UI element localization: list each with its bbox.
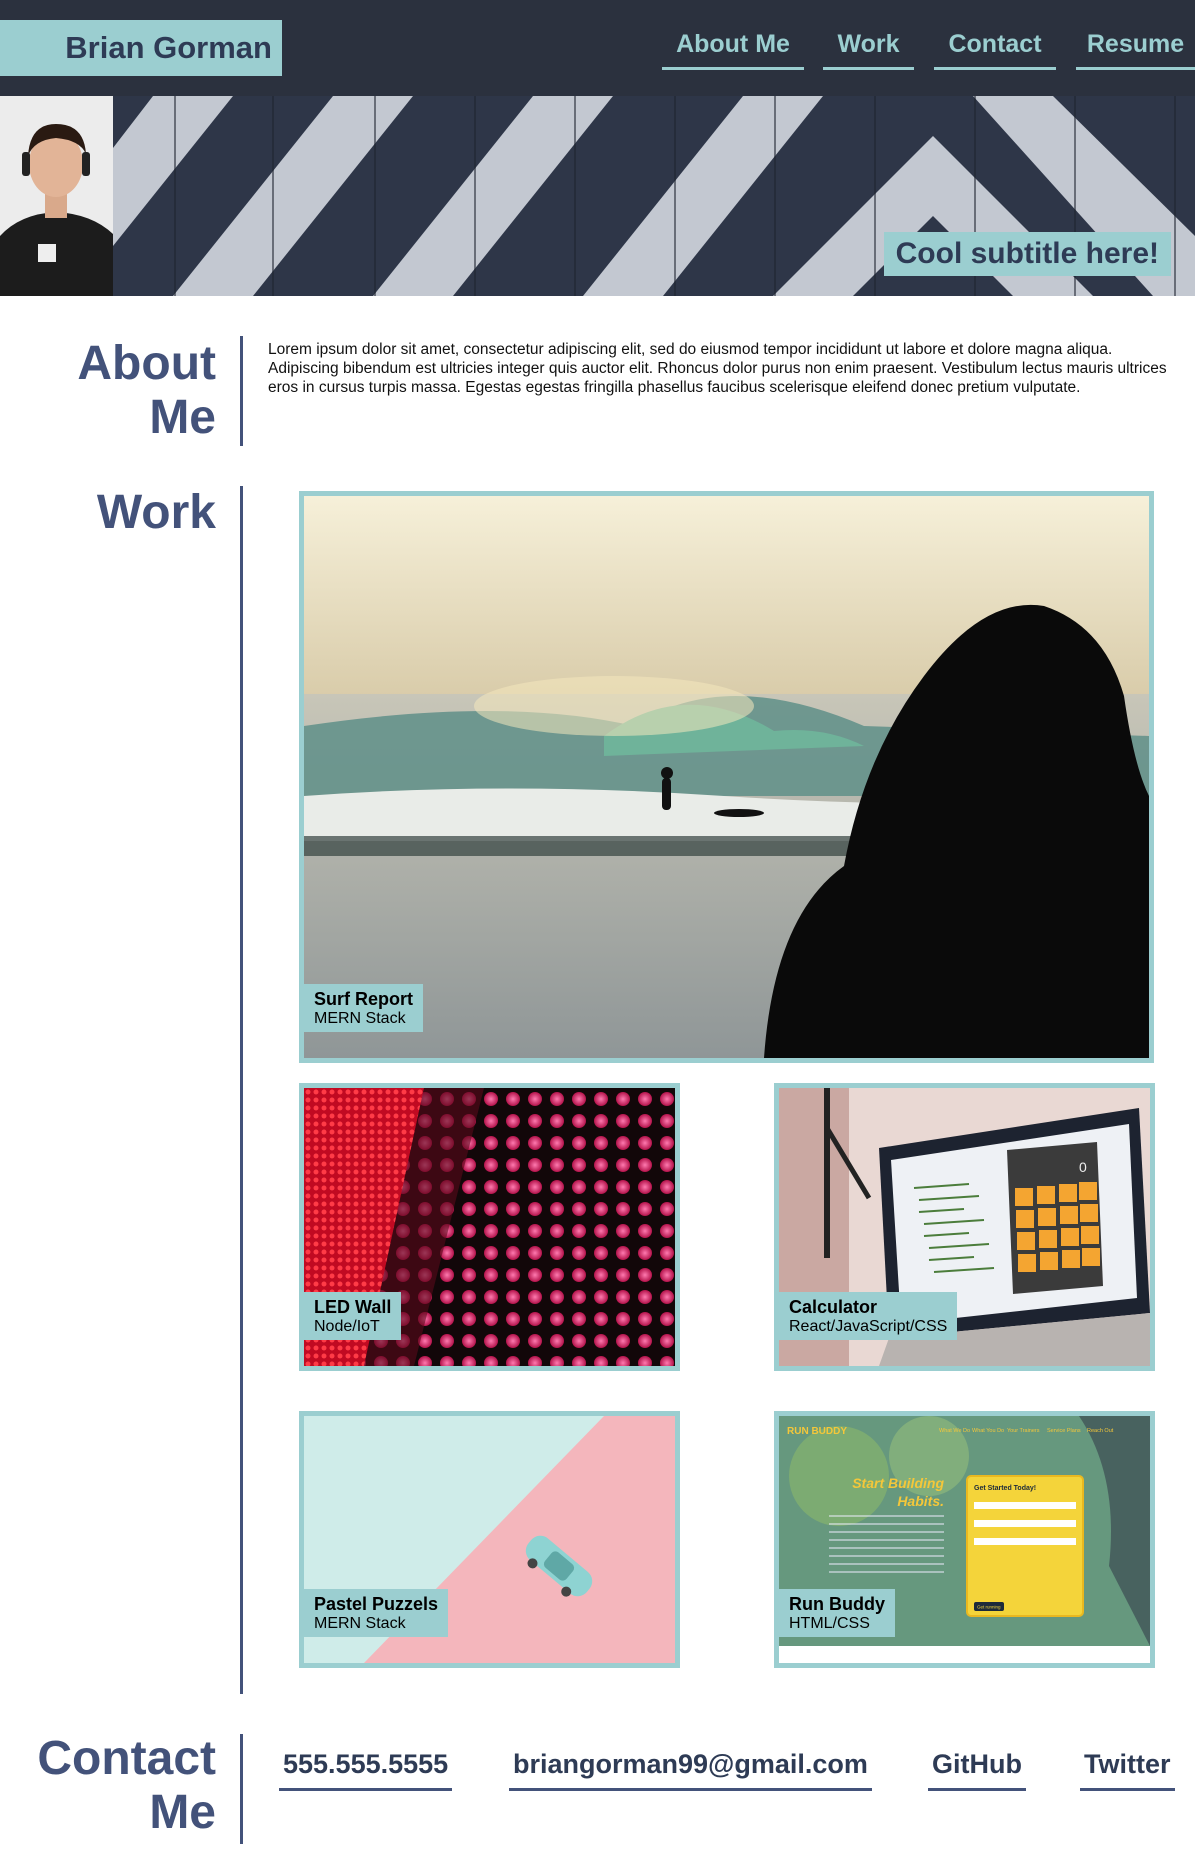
run-buddy-nav-item: Reach Out bbox=[1087, 1428, 1114, 1434]
nav-resume[interactable]: Resume bbox=[1076, 30, 1195, 70]
project-card-calculator[interactable]: 0 Calculator React/JavaScript/CSS bbox=[774, 1083, 1155, 1371]
run-buddy-button: Get running bbox=[977, 1605, 1001, 1610]
project-label: Run Buddy HTML/CSS bbox=[779, 1589, 895, 1637]
surf-report-image bbox=[304, 496, 1149, 1058]
project-stack: React/JavaScript/CSS bbox=[789, 1318, 948, 1335]
project-card-surf-report[interactable]: Surf Report MERN Stack bbox=[299, 491, 1154, 1063]
contact-divider bbox=[240, 1734, 243, 1844]
contact-title: Contact Me bbox=[20, 1732, 216, 1840]
run-buddy-nav-item: Service Plans bbox=[1047, 1428, 1081, 1434]
about-divider bbox=[240, 336, 243, 446]
run-buddy-headline-1: Start Building bbox=[852, 1475, 944, 1491]
project-stack: Node/IoT bbox=[314, 1318, 380, 1335]
project-label: Pastel Puzzels MERN Stack bbox=[304, 1589, 449, 1637]
project-card-pastel-puzzels[interactable]: Pastel Puzzels MERN Stack bbox=[299, 1411, 680, 1668]
hero-banner: Cool subtitle here! bbox=[0, 96, 1195, 296]
project-title: Pastel Puzzels bbox=[314, 1594, 439, 1614]
run-buddy-nav-item: What We Do bbox=[939, 1428, 970, 1434]
about-text: Lorem ipsum dolor sit amet, consectetur … bbox=[268, 341, 1167, 396]
run-buddy-form-title: Get Started Today! bbox=[974, 1485, 1036, 1492]
project-card-led-wall[interactable]: LED Wall Node/IoT bbox=[299, 1083, 680, 1371]
project-stack: HTML/CSS bbox=[789, 1615, 870, 1632]
about-title: About Me bbox=[40, 337, 216, 445]
project-title: Surf Report bbox=[314, 989, 413, 1009]
nav-about-me[interactable]: About Me bbox=[662, 30, 804, 70]
project-stack: MERN Stack bbox=[314, 1615, 406, 1632]
contact-phone-link[interactable]: 555.555.5555 bbox=[279, 1749, 453, 1791]
about-title-line2: Me bbox=[149, 391, 216, 444]
work-title: Work bbox=[96, 486, 216, 539]
contact-email-link[interactable]: briangorman99@gmail.com bbox=[509, 1749, 872, 1791]
contact-twitter-link[interactable]: Twitter bbox=[1080, 1749, 1175, 1791]
about-title-line1: About bbox=[77, 337, 216, 390]
project-card-run-buddy[interactable]: RUN BUDDY What We Do What You Do Your Tr… bbox=[774, 1411, 1155, 1668]
profile-photo bbox=[0, 96, 113, 296]
project-title: LED Wall bbox=[314, 1297, 392, 1317]
nav-contact[interactable]: Contact bbox=[934, 30, 1056, 70]
nav-work[interactable]: Work bbox=[823, 30, 914, 70]
project-title: Calculator bbox=[789, 1297, 878, 1317]
project-label: Surf Report MERN Stack bbox=[304, 984, 423, 1032]
work-divider bbox=[240, 486, 243, 1694]
run-buddy-logo: RUN BUDDY bbox=[787, 1426, 847, 1437]
contact-github-link[interactable]: GitHub bbox=[928, 1749, 1026, 1791]
top-navbar: Brian Gorman About Me Work Contact Resum… bbox=[0, 0, 1195, 96]
project-label: Calculator React/JavaScript/CSS bbox=[779, 1292, 958, 1340]
project-title: Run Buddy bbox=[789, 1594, 885, 1614]
hero-subtitle: Cool subtitle here! bbox=[883, 232, 1171, 276]
run-buddy-headline-2: Habits. bbox=[897, 1493, 944, 1509]
contact-title-line2: Me bbox=[149, 1786, 216, 1839]
project-label: LED Wall Node/IoT bbox=[304, 1292, 402, 1340]
run-buddy-nav-item: Your Trainers bbox=[1007, 1428, 1040, 1434]
run-buddy-nav-item: What You Do bbox=[972, 1428, 1004, 1434]
project-stack: MERN Stack bbox=[314, 1010, 406, 1027]
main-nav: About Me Work Contact Resume bbox=[0, 30, 1195, 72]
calculator-display: 0 bbox=[1079, 1159, 1087, 1175]
contact-title-line1: Contact bbox=[37, 1732, 216, 1785]
